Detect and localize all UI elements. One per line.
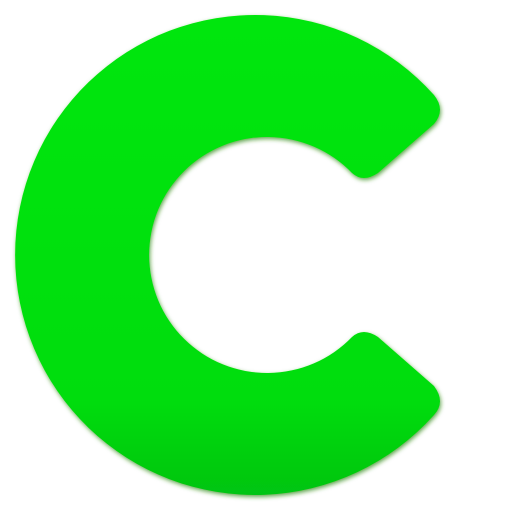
letter-c-shape <box>15 14 441 495</box>
logo-canvas <box>0 0 512 512</box>
letter-c-logo-icon <box>15 14 441 495</box>
